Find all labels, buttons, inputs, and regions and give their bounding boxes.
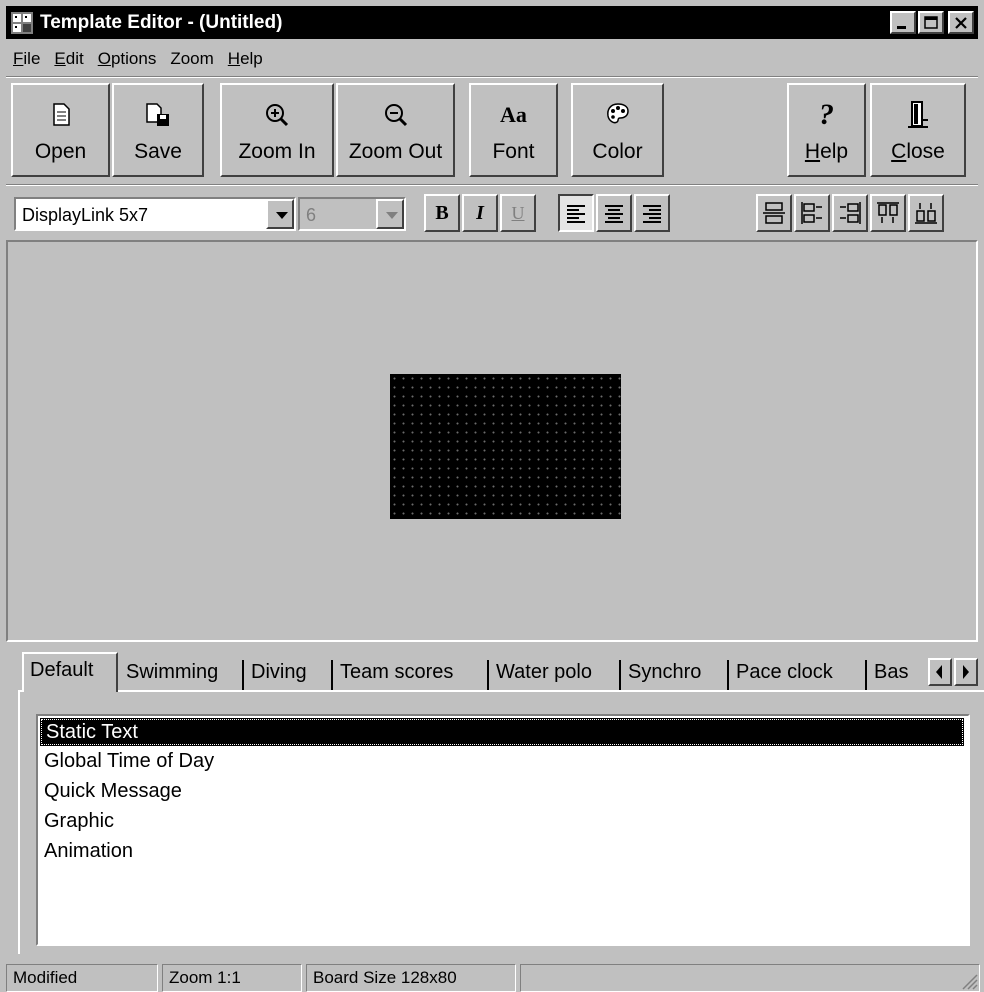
list-item-quick-message[interactable]: Quick Message [38,776,968,806]
tab-diving[interactable]: Diving [245,656,330,692]
tab-pace-clock[interactable]: Pace clock [730,656,864,692]
question-mark-icon: ? [819,98,834,131]
open-document-icon [52,103,70,126]
font-label: Font [492,140,535,163]
status-board-size: Board Size 128x80 [306,964,516,992]
save-button[interactable]: Save [112,83,204,177]
align-objects-right-button[interactable] [832,194,868,232]
align-objects-top-button[interactable] [870,194,906,232]
font-size-select[interactable]: 6 [298,197,406,231]
status-zoom: Zoom 1:1 [162,964,302,992]
title-bar[interactable]: Template Editor - (Untitled) [6,6,978,39]
close-icon [955,17,967,29]
bold-icon: B [435,201,449,224]
align-center-icon [605,205,623,223]
underline-button[interactable]: U [500,194,536,232]
minimize-icon [897,26,906,29]
help-button[interactable]: ? Help [787,83,866,177]
underline-icon: U [511,202,525,223]
font-size-dropdown-arrow[interactable] [376,199,404,229]
status-bar: Modified Zoom 1:1 Board Size 128x80 [6,962,984,992]
font-name-value: DisplayLink 5x7 [22,205,149,225]
tab-team-scores[interactable]: Team scores [334,656,486,692]
align-objects-right-icon [840,202,861,224]
menu-separator [6,76,978,78]
bold-button[interactable]: B [424,194,460,232]
status-empty-panel [520,964,980,992]
zoom-in-label: Zoom In [238,140,316,163]
tab-default[interactable]: Default [22,652,118,692]
list-item-static-text[interactable]: Static Text [40,718,964,746]
zoom-in-icon [266,104,289,127]
font-size-value: 6 [306,205,317,225]
led-board-preview[interactable] [390,374,621,519]
tab-swimming[interactable]: Swimming [120,656,241,692]
template-canvas[interactable] [6,240,978,642]
maximize-button[interactable] [918,11,944,34]
italic-button[interactable]: I [462,194,498,232]
menu-edit[interactable]: Edit [47,49,90,69]
tab-basketball[interactable]: Bas [868,656,924,692]
font-name-select[interactable]: DisplayLink 5x7 [14,197,296,231]
tab-water-polo[interactable]: Water polo [490,656,618,692]
font-name-dropdown-arrow[interactable] [266,199,294,229]
help-label: Help [804,140,849,163]
color-button[interactable]: Color [571,83,664,177]
align-objects-left-icon [801,202,822,224]
resize-grip-icon[interactable] [960,972,978,990]
align-objects-top-icon [877,202,899,223]
close-window-button[interactable] [948,11,974,34]
status-modified: Modified [6,964,158,992]
menu-help[interactable]: Help [221,49,270,69]
zoom-out-label: Zoom Out [348,140,443,163]
menu-zoom[interactable]: Zoom [163,49,220,69]
align-left-icon [567,205,585,223]
font-button[interactable]: Aa Font [469,83,558,177]
font-icon: Aa [500,102,527,127]
italic-icon: I [476,201,484,224]
align-left-button[interactable] [558,194,594,232]
arrow-right-icon [963,665,969,679]
align-right-icon [643,205,661,223]
door-exit-icon [908,101,928,128]
menu-file[interactable]: File [6,49,47,69]
tab-scroll-left-button[interactable] [928,658,952,686]
minimize-button[interactable] [890,11,916,34]
tab-scroll-right-button[interactable] [954,658,978,686]
align-center-button[interactable] [596,194,632,232]
align-objects-bottom-button[interactable] [908,194,944,232]
list-item-global-time[interactable]: Global Time of Day [38,746,968,776]
align-right-button[interactable] [634,194,670,232]
align-vertical-center-button[interactable] [756,194,792,232]
zoom-in-button[interactable]: Zoom In [220,83,334,177]
menu-bar: File Edit Options Zoom Help [6,44,270,74]
close-label: Close [891,140,945,163]
open-label: Open [34,140,87,163]
list-item-animation[interactable]: Animation [38,836,968,866]
maximize-icon [924,16,938,29]
window-title: Template Editor - (Untitled) [40,11,283,33]
palette-icon [606,103,629,124]
save-document-icon [146,103,169,126]
list-item-graphic[interactable]: Graphic [38,806,968,836]
element-list[interactable]: Static Text Global Time of Day Quick Mes… [36,714,970,946]
menu-options[interactable]: Options [91,49,164,69]
zoom-out-icon [384,104,407,127]
align-objects-left-button[interactable] [794,194,830,232]
open-button[interactable]: Open [11,83,110,177]
color-label: Color [592,140,643,163]
zoom-out-button[interactable]: Zoom Out [336,83,455,177]
arrow-left-icon [936,665,942,679]
tab-synchro[interactable]: Synchro [622,656,726,692]
align-vcenter-icon [763,202,785,224]
app-icon [11,11,33,34]
align-objects-bottom-icon [915,203,937,224]
save-label: Save [134,140,182,163]
close-button[interactable]: Close [870,83,966,177]
toolbar-separator [6,184,978,186]
